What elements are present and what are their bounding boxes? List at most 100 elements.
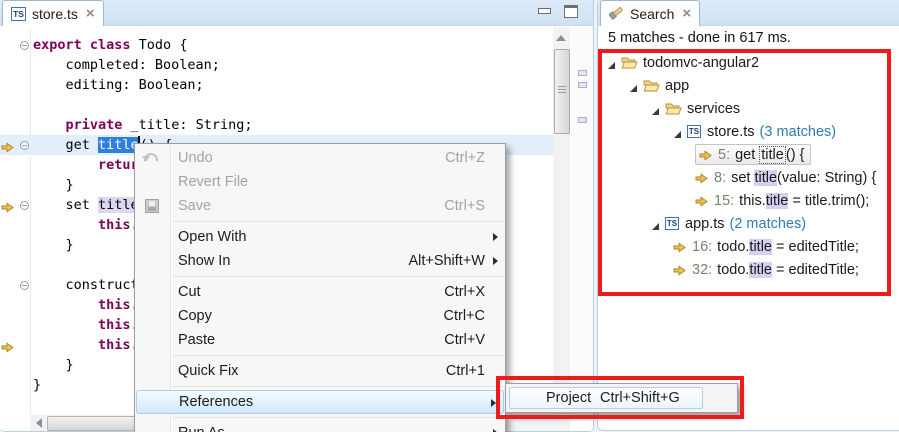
menu-item-shortcut: Ctrl+S — [444, 194, 485, 218]
expander-icon[interactable] — [607, 58, 616, 67]
context-menu: Undo Ctrl+Z Revert File Save Ctrl+S Open With… — [134, 143, 506, 432]
match-text: set title(value: String) { — [731, 170, 876, 186]
expander-icon[interactable] — [651, 104, 660, 113]
scroll-up-icon[interactable] — [556, 35, 566, 41]
expander-icon[interactable] — [629, 81, 638, 90]
menu-item-copy[interactable]: CopyCtrl+C — [135, 304, 505, 328]
search-match-line-5[interactable]: 5:get title() { — [600, 143, 898, 166]
match-line-number: 5: — [718, 147, 730, 163]
menu-item-label: Show In — [178, 253, 230, 269]
menu-item-references[interactable]: References — [136, 390, 504, 414]
code-line-3[interactable]: editing: Boolean; — [0, 75, 553, 95]
tree-item-app-ts[interactable]: TSapp.ts(2 matches) — [600, 212, 898, 235]
menu-item-shortcut: Ctrl+X — [444, 280, 485, 304]
code-text: export class Todo { — [33, 37, 187, 53]
search-panel: Search × 5 matches - done in 617 ms. tod… — [597, 0, 899, 431]
folder-icon — [621, 56, 638, 69]
match-line-number: 15: — [714, 193, 734, 209]
match-arrow-icon — [673, 264, 686, 275]
menu-item-cut[interactable]: CutCtrl+X — [135, 280, 505, 304]
tree-item-todomvc-angular2[interactable]: todomvc-angular2 — [600, 51, 898, 74]
menu-item-revert-file[interactable]: Revert File — [135, 170, 505, 194]
menu-item-undo[interactable]: Undo Ctrl+Z — [135, 146, 505, 170]
menu-separator — [173, 276, 503, 277]
maximize-icon[interactable] — [564, 5, 578, 18]
menu-item-shortcut: Ctrl+1 — [446, 359, 485, 383]
menu-item-shortcut: Ctrl+Z — [445, 146, 485, 170]
tree-item-store-ts[interactable]: TSstore.ts(3 matches) — [600, 120, 898, 143]
menu-item-shortcut: Ctrl+V — [444, 328, 485, 352]
occurrence-marker[interactable] — [578, 82, 587, 88]
typescript-file-icon: TS — [11, 7, 26, 21]
search-tabbar: Search × — [598, 0, 899, 26]
selected-match-box: 5:get title() { — [695, 144, 811, 165]
menu-item-label: Project — [546, 388, 591, 408]
match-count: (2 matches) — [730, 216, 807, 232]
expander-icon[interactable] — [651, 219, 660, 228]
code-line-4[interactable] — [0, 95, 553, 115]
tree-item-label: app — [665, 78, 689, 94]
search-tab[interactable]: Search × — [600, 0, 700, 26]
eclipse-window: TS store.ts × export class Todo { comple… — [0, 0, 899, 432]
menu-item-label: Open With — [178, 229, 247, 245]
vertical-scrollbar-thumb[interactable] — [554, 49, 570, 134]
menu-item-run-as[interactable]: Run As — [135, 421, 505, 432]
fold-collapse-icon[interactable] — [20, 201, 29, 210]
menu-item-open-with[interactable]: Open With — [135, 225, 505, 249]
search-match-line-8[interactable]: 8: set title(value: String) { — [600, 166, 898, 189]
menu-item-shortcut: Ctrl+Shift+G — [600, 388, 680, 408]
match-text: todo.title = editedTitle; — [717, 239, 859, 255]
folder-icon — [665, 102, 682, 115]
code-line-5[interactable]: private _title: String; — [0, 115, 553, 135]
editor-vertical-scrollbar[interactable] — [553, 27, 570, 414]
editor-tab-store-ts[interactable]: TS store.ts × — [2, 0, 104, 26]
minimize-icon[interactable] — [538, 8, 551, 14]
menu-item-label: Save — [178, 198, 211, 214]
menu-item-label: References — [179, 394, 253, 410]
fold-collapse-icon[interactable] — [20, 41, 29, 50]
search-tab-close-icon[interactable]: × — [682, 6, 691, 21]
menu-separator — [173, 221, 503, 222]
menu-separator — [173, 417, 503, 418]
expander-icon[interactable] — [673, 127, 682, 136]
fold-collapse-icon[interactable] — [20, 281, 29, 290]
tree-item-label: todomvc-angular2 — [643, 55, 759, 71]
editor-window-buttons — [538, 5, 578, 18]
tree-item-app[interactable]: app — [600, 74, 898, 97]
tree-item-services[interactable]: services — [600, 97, 898, 120]
menu-item-shortcut: Ctrl+C — [444, 304, 486, 328]
tree-item-label: app.ts — [685, 216, 725, 232]
fold-collapse-icon[interactable] — [20, 141, 29, 150]
code-text: } — [33, 377, 41, 393]
search-match-line-16[interactable]: 16:todo.title = editedTitle; — [600, 235, 898, 258]
search-tab-label: Search — [630, 6, 674, 22]
editor-tab-label: store.ts — [32, 6, 78, 22]
match-line-number: 8: — [714, 170, 726, 186]
scroll-left-icon[interactable] — [36, 418, 42, 428]
tab-close-icon[interactable]: × — [86, 6, 95, 21]
search-match-line-32[interactable]: 32:todo.title = editedTitle; — [600, 258, 898, 281]
match-arrow-icon — [695, 172, 708, 183]
references-submenu: Project Ctrl+Shift+G — [505, 383, 738, 413]
search-match-line-15[interactable]: 15:this.title = title.trim(); — [600, 189, 898, 212]
menu-item-quick-fix[interactable]: Quick FixCtrl+1 — [135, 359, 505, 383]
code-line-1[interactable]: export class Todo { — [0, 35, 553, 55]
menu-item-label: Revert File — [178, 174, 248, 190]
tree-item-label: store.ts — [707, 124, 755, 140]
search-match-marker-icon — [1, 339, 14, 350]
menu-item-shortcut: Alt+Shift+W — [408, 249, 485, 273]
code-text: } — [33, 237, 74, 253]
occurrence-marker[interactable] — [578, 70, 587, 76]
code-text: private _title: String; — [33, 117, 252, 133]
menu-item-paste[interactable]: PasteCtrl+V — [135, 328, 505, 352]
flashlight-icon — [609, 5, 624, 23]
menu-item-project[interactable]: Project Ctrl+Shift+G — [509, 387, 703, 409]
code-line-2[interactable]: completed: Boolean; — [0, 55, 553, 75]
submenu-arrow-icon — [491, 399, 496, 407]
match-arrow-icon — [699, 149, 712, 160]
menu-item-label: Undo — [178, 150, 213, 166]
menu-item-save[interactable]: Save Ctrl+S — [135, 194, 505, 218]
occurrence-marker[interactable] — [578, 117, 587, 123]
code-text: } — [33, 177, 74, 193]
menu-item-show-in[interactable]: Show In Alt+Shift+W — [135, 249, 505, 273]
